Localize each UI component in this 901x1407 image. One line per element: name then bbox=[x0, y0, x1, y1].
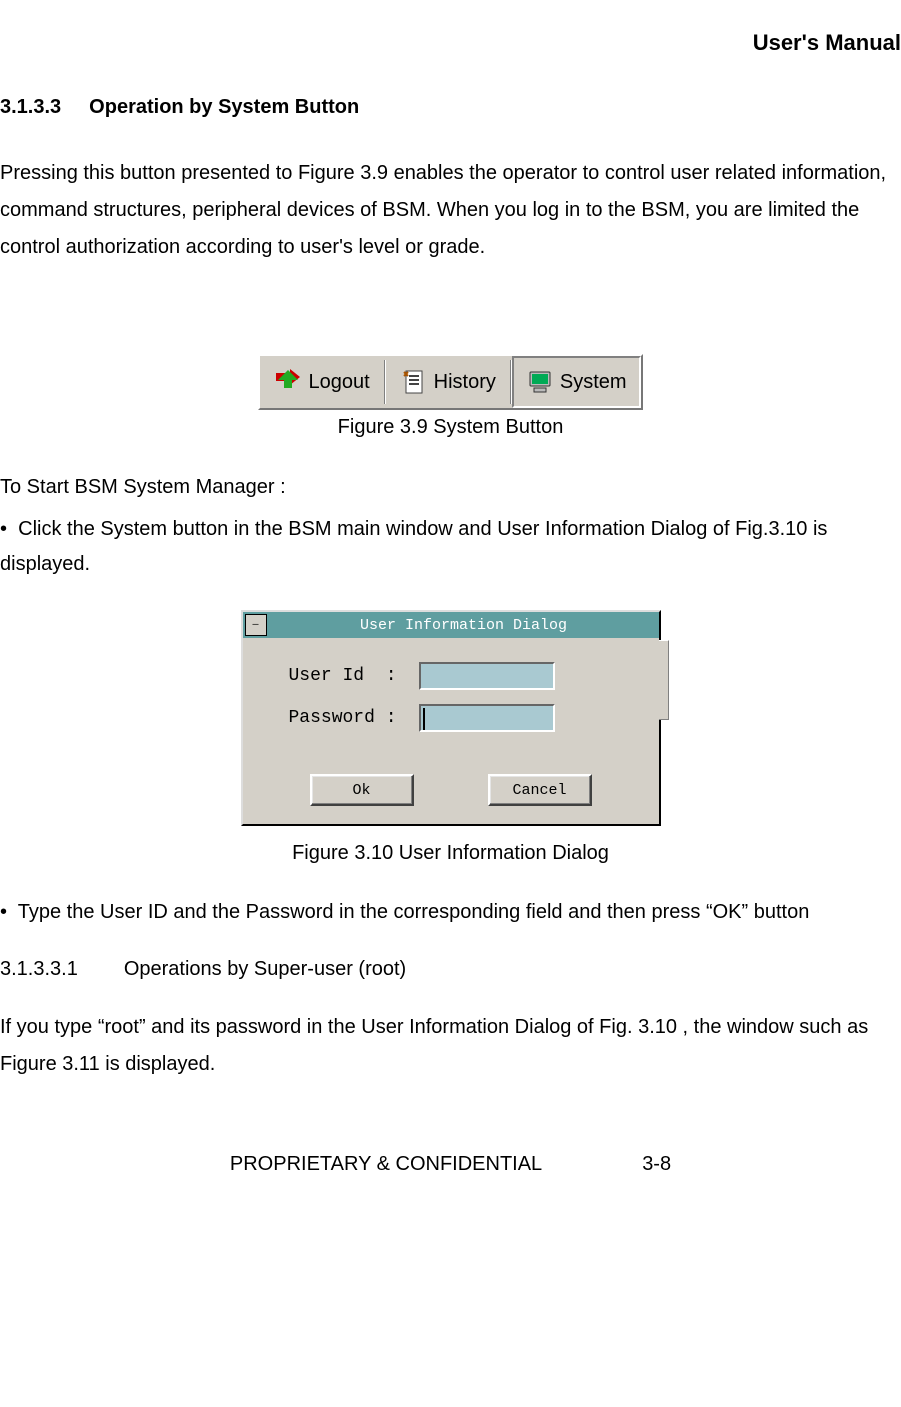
history-button[interactable]: History bbox=[386, 356, 510, 408]
figure-3-10-caption: Figure 3.10 User Information Dialog bbox=[0, 842, 901, 865]
dialog-title-bar: User Information Dialog bbox=[243, 612, 659, 638]
history-label: History bbox=[434, 371, 496, 394]
header-title: User's Manual bbox=[0, 30, 901, 56]
bullet-1-text: Click the System button in the BSM main … bbox=[0, 518, 827, 575]
closing-paragraph: If you type “root” and its password in t… bbox=[0, 1009, 901, 1083]
system-label: System bbox=[560, 371, 627, 394]
text-caret bbox=[423, 708, 429, 730]
password-input[interactable] bbox=[419, 704, 555, 732]
logout-button[interactable]: Logout bbox=[260, 356, 383, 408]
figure-3-9-caption: Figure 3.9 System Button bbox=[0, 416, 901, 439]
bullet-2: • Type the User ID and the Password in t… bbox=[0, 895, 901, 930]
footer-confidential: PROPRIETARY & CONFIDENTIAL bbox=[230, 1153, 542, 1176]
footer-page-number: 3-8 bbox=[642, 1153, 671, 1175]
system-icon bbox=[526, 368, 554, 396]
password-label: Password : bbox=[289, 708, 419, 728]
user-id-label: User Id : bbox=[289, 666, 419, 686]
bullet-2-text: Type the User ID and the Password in the… bbox=[18, 901, 810, 923]
user-info-dialog-figure: User Information Dialog User Id : Passwo… bbox=[241, 610, 661, 826]
user-id-input[interactable] bbox=[419, 662, 555, 690]
instructions-intro: To Start BSM System Manager : bbox=[0, 469, 901, 506]
subsection-heading: 3.1.3.3.1 Operations by Super-user (root) bbox=[0, 958, 901, 981]
page-footer: PROPRIETARY & CONFIDENTIAL 3-8 bbox=[0, 1153, 901, 1176]
cancel-button[interactable]: Cancel bbox=[488, 774, 592, 806]
section-heading: 3.1.3.3 Operation by System Button bbox=[0, 96, 901, 119]
section-title: Operation by System Button bbox=[89, 96, 359, 118]
logout-label: Logout bbox=[308, 371, 369, 394]
scrollbar[interactable] bbox=[659, 640, 669, 720]
subsection-title: Operations by Super-user (root) bbox=[124, 958, 406, 980]
dialog-sys-menu-icon[interactable] bbox=[245, 614, 267, 636]
subsection-number: 3.1.3.3.1 bbox=[0, 958, 78, 981]
section-number: 3.1.3.3 bbox=[0, 96, 61, 119]
intro-paragraph: Pressing this button presented to Figure… bbox=[0, 155, 901, 266]
logout-icon bbox=[274, 368, 302, 396]
bullet-1: • Click the System button in the BSM mai… bbox=[0, 512, 901, 582]
history-icon bbox=[400, 368, 428, 396]
dialog-title: User Information Dialog bbox=[269, 617, 659, 634]
toolbar-figure: Logout History System bbox=[258, 354, 642, 410]
system-button[interactable]: System bbox=[512, 356, 641, 408]
ok-button[interactable]: Ok bbox=[310, 774, 414, 806]
